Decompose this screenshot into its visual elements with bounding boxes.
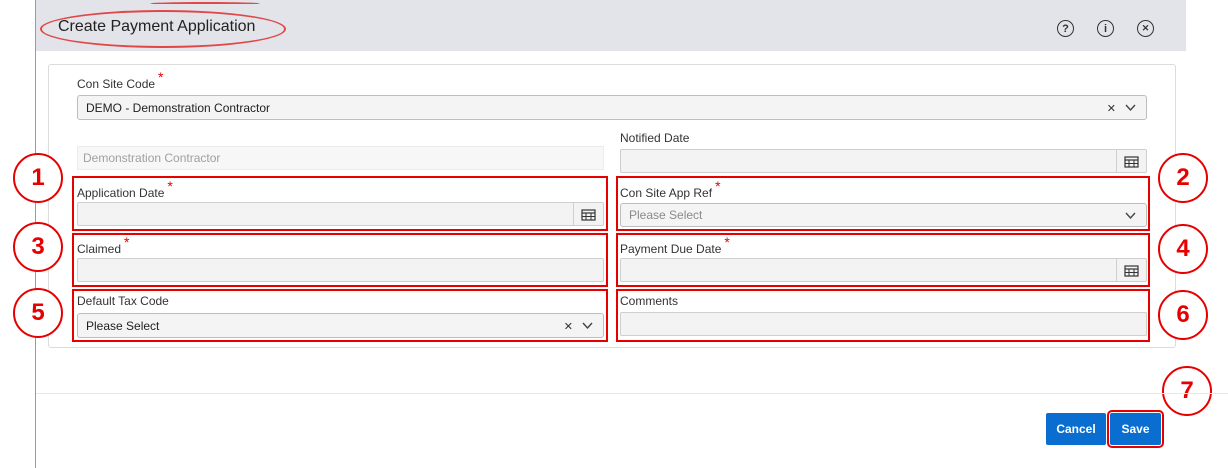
- annotation-number-5: 5: [13, 288, 63, 338]
- default-tax-code-value: Please Select: [86, 318, 160, 333]
- annotation-number-4: 4: [1158, 224, 1208, 274]
- comments-input[interactable]: [620, 312, 1147, 336]
- notified-date-input[interactable]: [620, 149, 1147, 173]
- title-highlight-ellipse: [40, 10, 286, 48]
- help-icon[interactable]: ?: [1057, 20, 1074, 37]
- con-site-app-ref-select[interactable]: Please Select: [620, 203, 1147, 227]
- cancel-button[interactable]: Cancel: [1046, 413, 1106, 445]
- claimed-input[interactable]: [77, 258, 604, 282]
- con-site-code-label: Con Site Code *: [77, 69, 164, 91]
- application-date-input[interactable]: [77, 202, 604, 226]
- con-site-app-ref-placeholder: Please Select: [629, 208, 703, 222]
- chevron-down-icon[interactable]: [1125, 104, 1136, 112]
- con-site-code-value: DEMO - Demonstration Contractor: [86, 100, 271, 115]
- close-icon[interactable]: ✕: [1137, 20, 1154, 37]
- annotation-number-1: 1: [13, 153, 63, 203]
- clear-icon[interactable]: ✕: [1107, 102, 1116, 115]
- clear-icon[interactable]: ✕: [564, 320, 573, 333]
- calendar-icon[interactable]: [1116, 259, 1146, 281]
- title-highlight-stroke: [150, 2, 260, 5]
- annotation-number-6: 6: [1158, 290, 1208, 340]
- contractor-name-field: Demonstration Contractor: [77, 146, 604, 170]
- default-tax-code-select[interactable]: Please Select ✕: [77, 313, 604, 338]
- chevron-down-icon[interactable]: [1125, 212, 1136, 220]
- claimed-label: Claimed *: [77, 234, 130, 256]
- default-tax-code-label: Default Tax Code: [77, 294, 169, 308]
- payment-due-date-input[interactable]: [620, 258, 1147, 282]
- calendar-icon[interactable]: [1116, 150, 1146, 172]
- annotation-number-2: 2: [1158, 153, 1208, 203]
- payment-due-date-label: Payment Due Date *: [620, 234, 730, 256]
- notified-date-label: Notified Date: [620, 131, 690, 145]
- calendar-icon[interactable]: [573, 203, 603, 225]
- con-site-app-ref-label: Con Site App Ref *: [620, 178, 721, 200]
- con-site-code-select[interactable]: DEMO - Demonstration Contractor ✕: [77, 95, 1147, 120]
- annotation-number-3: 3: [13, 222, 63, 272]
- save-button[interactable]: Save: [1107, 410, 1164, 448]
- footer-divider: [36, 393, 1228, 394]
- info-icon[interactable]: i: [1097, 20, 1114, 37]
- application-date-label: Application Date *: [77, 178, 173, 200]
- comments-label: Comments: [620, 294, 679, 308]
- chevron-down-icon[interactable]: [582, 322, 593, 330]
- annotation-number-7: 7: [1162, 366, 1212, 416]
